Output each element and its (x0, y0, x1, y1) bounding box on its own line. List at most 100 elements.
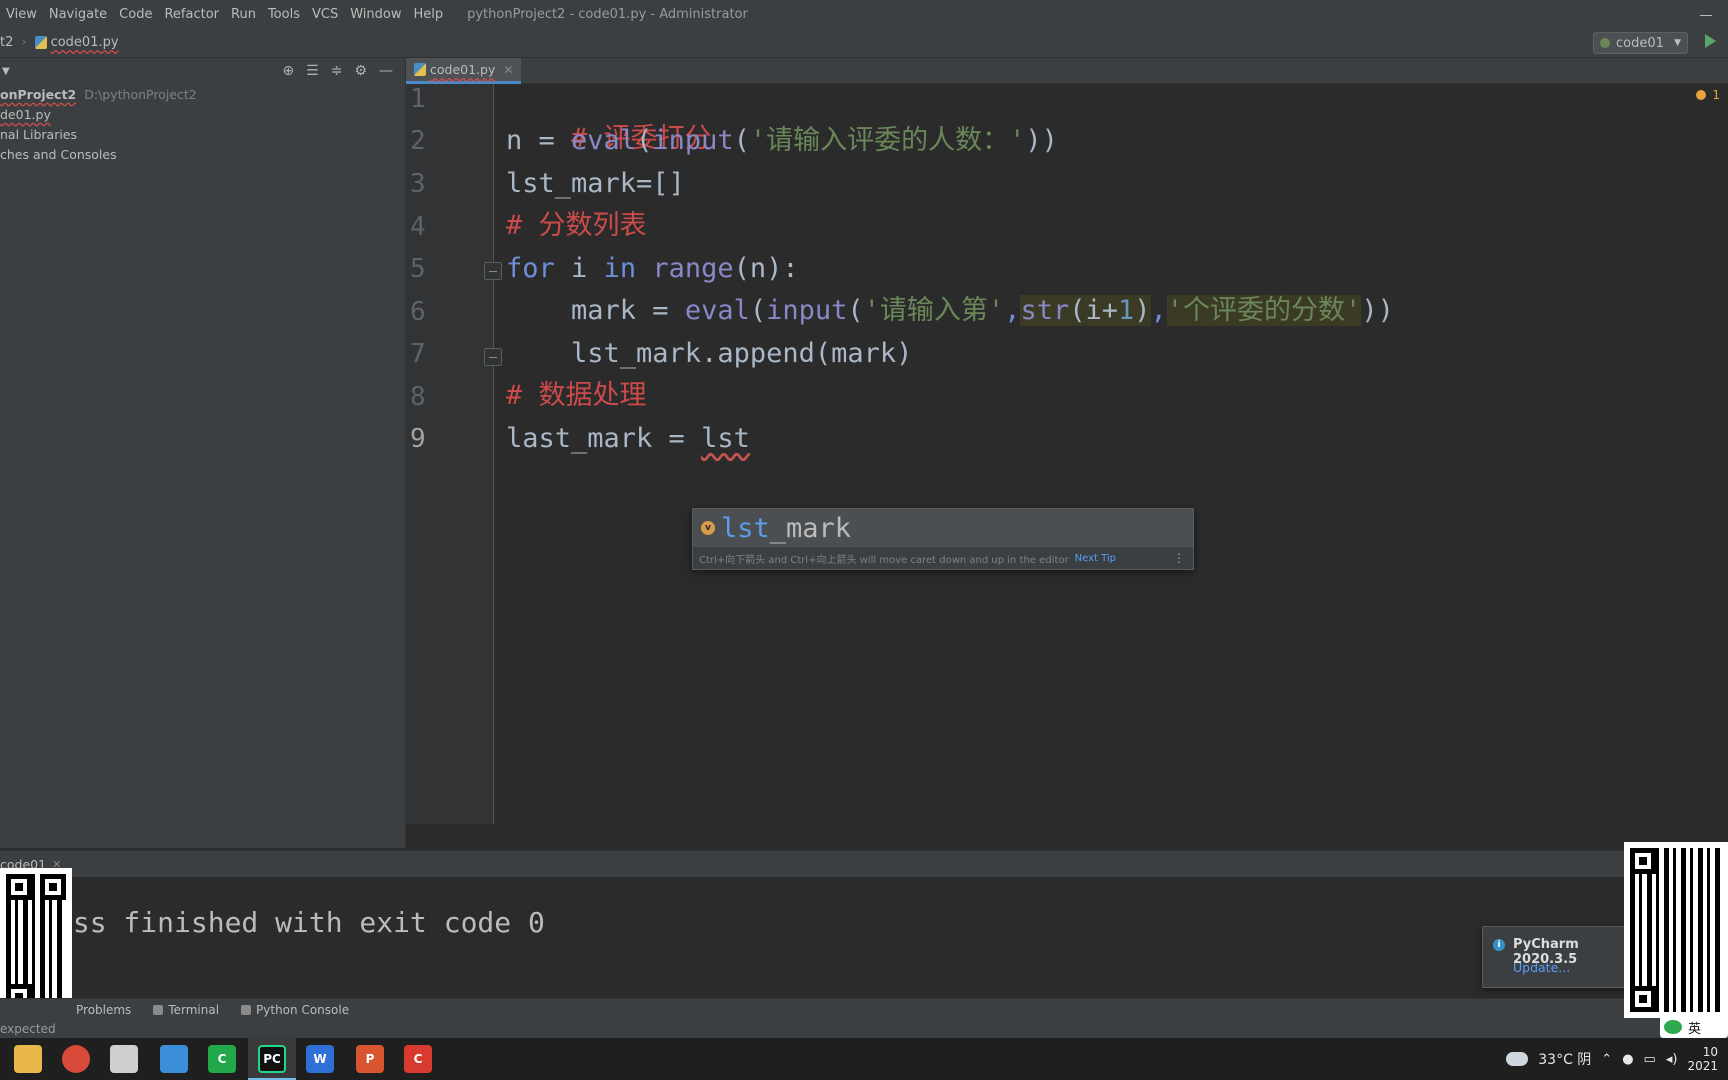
code-line-9: last_mark = lst (506, 419, 750, 459)
inspection-count: 1 (1712, 88, 1720, 102)
menu-bar: View Navigate Code Refactor Run Tools VC… (0, 0, 1728, 28)
pycharm-icon[interactable]: PC (258, 1045, 286, 1073)
run-icon[interactable] (1705, 34, 1716, 48)
tab-code01[interactable]: code01.py ✕ (406, 58, 522, 84)
python-config-icon (1600, 38, 1610, 48)
completion-item[interactable]: v lst_mark (693, 509, 1193, 547)
display-icon[interactable]: ▭ (1644, 1052, 1656, 1067)
next-tip-link[interactable]: Next Tip (1075, 553, 1116, 564)
qr-finder (1630, 986, 1656, 1012)
menu-run[interactable]: Run (225, 7, 262, 22)
ime-indicator[interactable]: 英 (1660, 1016, 1728, 1038)
minimize-icon[interactable] (1700, 4, 1712, 16)
chevron-up-icon[interactable]: ⌃ (1601, 1052, 1612, 1067)
wps-writer-icon[interactable]: W (306, 1045, 334, 1073)
code-text: ( (636, 125, 653, 156)
line-number: 1 (410, 84, 426, 114)
line-number: 8 (410, 382, 426, 412)
code-line-1: # 评委打分 (506, 79, 712, 154)
completion-label: lst_mark (721, 513, 851, 544)
builtin: eval (684, 295, 750, 326)
view-dropdown-icon[interactable]: ▼ (2, 66, 10, 77)
collapse-all-icon[interactable]: ≑ (331, 63, 343, 79)
fold-icon[interactable] (484, 262, 502, 280)
system-tray: 33°C 阴 ⌃ ● ▭ ◂) 10 2021 (1506, 1038, 1718, 1080)
python-console-button[interactable]: Python Console (241, 1003, 349, 1017)
comment: # 分数列表 (506, 210, 647, 241)
info-icon: i (1493, 939, 1505, 951)
feishu-icon[interactable] (160, 1045, 188, 1073)
microphone-icon[interactable]: ● (1622, 1052, 1633, 1067)
problems-button[interactable]: Problems (76, 1003, 131, 1017)
expand-all-icon[interactable]: ☰ (306, 63, 319, 79)
breadcrumb-project[interactable]: t2 (0, 35, 13, 50)
run-configuration-label: code01 (1616, 35, 1664, 51)
recorder-icon[interactable]: C (404, 1045, 432, 1073)
menu-code[interactable]: Code (113, 7, 158, 22)
builtin: range (652, 253, 734, 284)
code-line-3: lst_mark=[] (506, 164, 685, 204)
file-explorer-icon[interactable] (14, 1045, 42, 1073)
menu-view[interactable]: View (0, 7, 43, 22)
update-notification: i PyCharm 2020.3.5 Update... (1482, 926, 1630, 988)
terminal-button[interactable]: Terminal (153, 1003, 219, 1017)
completion-match: lst (721, 512, 770, 544)
status-bar: expected (0, 1020, 1728, 1038)
camtasia-icon[interactable]: C (208, 1045, 236, 1073)
ime-mode: 英 (1688, 1021, 1702, 1037)
code-line-5: for i in range(n): (506, 249, 799, 289)
close-icon[interactable]: ✕ (503, 63, 513, 77)
run-header: code01 ✕ (0, 851, 1728, 877)
document-icon[interactable] (110, 1045, 138, 1073)
menu-window[interactable]: Window (344, 7, 407, 22)
code-text: (i+ (1069, 295, 1118, 326)
menu-navigate[interactable]: Navigate (43, 7, 113, 22)
qr-code-overlay (1624, 842, 1728, 1018)
hide-icon[interactable]: — (379, 63, 393, 79)
status-message: expected (0, 1022, 56, 1036)
tree-root[interactable]: onProject2 D:\pythonProject2 (0, 84, 405, 104)
menu-vcs[interactable]: VCS (306, 7, 344, 22)
qr-code-overlay (0, 868, 72, 1016)
code-text: ) (1134, 295, 1151, 326)
external-libraries-label: nal Libraries (0, 126, 78, 142)
line-number: 2 (410, 126, 426, 156)
warning-icon (1696, 90, 1707, 100)
weather-text[interactable]: 33°C 阴 (1538, 1049, 1591, 1069)
powerpoint-icon[interactable]: P (356, 1045, 384, 1073)
run-configuration-select[interactable]: code01 ▼ (1593, 32, 1688, 54)
gear-icon[interactable]: ⚙ (354, 63, 367, 79)
cloud-icon (1506, 1052, 1529, 1066)
code-line-6: mark = eval(input('请输入第',str(i+1),'个评委的分… (506, 291, 1394, 331)
keyword: for (506, 253, 555, 284)
builtin: str (1020, 295, 1070, 326)
menu-help[interactable]: Help (407, 7, 449, 22)
menu-refactor[interactable]: Refactor (158, 7, 225, 22)
menu-tools[interactable]: Tools (262, 7, 306, 22)
update-link[interactable]: Update... (1513, 960, 1570, 975)
python-file-icon (414, 63, 426, 76)
tree-external-libraries[interactable]: nal Libraries (0, 124, 405, 144)
clock[interactable]: 10 2021 (1687, 1045, 1718, 1073)
code-text: last_mark = (506, 423, 702, 454)
code-text: lst_mark=[] (506, 168, 685, 199)
fold-icon[interactable] (484, 348, 502, 366)
speaker-icon[interactable]: ◂) (1666, 1052, 1678, 1067)
tree-scratches[interactable]: ches and Consoles (0, 144, 405, 164)
breadcrumb-file[interactable]: code01.py (51, 35, 119, 50)
builtin: input (652, 125, 734, 156)
inspection-widget[interactable]: 1 (1696, 88, 1720, 102)
run-tool-window: code01 ✕ ess finished with exit code 0 (0, 850, 1728, 1000)
browser-icon[interactable] (62, 1045, 90, 1073)
code-editor[interactable]: 1 2 3 4 5 6 7 8 9 1 # 评委打分 n = eval(inpu… (406, 84, 1728, 824)
code-text: ( (749, 295, 767, 326)
code-text: )) (1361, 295, 1394, 326)
qr-finder (40, 874, 66, 900)
locate-icon[interactable]: ⊕ (282, 63, 294, 79)
project-path: D:\pythonProject2 (84, 86, 197, 102)
line-number: 5 (410, 254, 426, 284)
more-options-icon[interactable]: ⋮ (1173, 551, 1185, 565)
console-output: ess finished with exit code 0 (56, 906, 545, 939)
tree-file-item[interactable]: de01.py (0, 104, 405, 124)
python-console-label: Python Console (256, 1002, 350, 1017)
